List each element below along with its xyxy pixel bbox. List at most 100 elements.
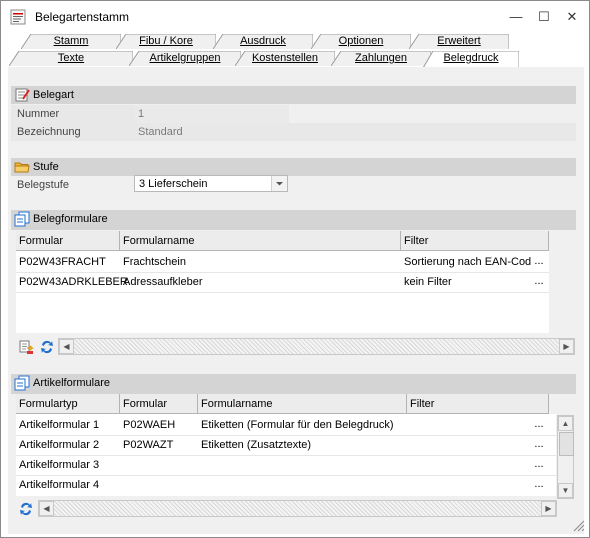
cell-formularname: Adressaufkleber [123,276,203,288]
tab-optionen[interactable]: Optionen [311,34,411,49]
scroll-down-icon[interactable]: ▼ [558,483,573,498]
cell-formular: P02WAEH [123,419,176,431]
cell-formulartyp: Artikelformular 3 [19,459,100,471]
tab-fibu-kore-label: Fibu / Kore [139,35,193,47]
bezeichnung-label: Bezeichnung [17,126,81,138]
artikelformulare-vscrollbar[interactable]: ▲ ▼ [557,415,574,499]
cell-formular: P02WAZT [123,439,174,451]
tab-row-bottom: Texte Artikelgruppen Kostenstellen Zahlu… [1,51,590,68]
cell-formular: P02W43FRACHT [19,256,106,268]
tab-kostenstellen-label: Kostenstellen [251,52,319,64]
chevron-down-icon[interactable] [271,176,287,191]
table-row[interactable]: P02W43FRACHT Frachtschein Sortierung nac… [16,252,549,273]
title-bar: Belegartenstamm — ☐ ✕ [1,1,589,33]
close-button[interactable]: ✕ [559,7,585,27]
belegformulare-heading: Belegformulare [33,213,108,225]
tab-fibu-kore[interactable]: Fibu / Kore [116,34,216,49]
tab-stamm[interactable]: Stamm [21,34,121,49]
artikelformulare-heading: Artikelformulare [33,377,111,389]
tab-belegdruck-label: Belegdruck [443,52,499,64]
cell-formular: P02W43ADRKLEBER [19,276,128,288]
tab-stamm-label: Stamm [53,35,89,47]
bezeichnung-label-cell: Bezeichnung [11,123,134,141]
filter-ellipsis-button[interactable]: ... [531,255,547,273]
nummer-label-cell: Nummer [11,105,134,123]
tab-row-top: Stamm Fibu / Kore Ausdruck Optionen Erwe… [1,34,590,50]
col-header-formular[interactable]: Formular [16,231,120,251]
cell-formularname: Etiketten (Formular für den Belegdruck) [201,419,394,431]
table-row[interactable]: Artikelformular 4 ... [16,475,556,495]
scroll-up-icon[interactable]: ▲ [558,416,573,431]
refresh-icon[interactable] [39,339,55,355]
col-header-formulartyp[interactable]: Formulartyp [16,394,120,414]
folder-icon [14,159,30,175]
cell-filter: Sortierung nach EAN-Code ... [404,256,531,268]
belegart-icon [14,87,30,103]
tab-artikelgruppen-label: Artikelgruppen [149,52,221,64]
tab-texte[interactable]: Texte [9,51,133,66]
table-row[interactable]: Artikelformular 3 ... [16,455,556,476]
nummer-field[interactable]: 1 [134,105,289,123]
artikelformulare-hscrollbar[interactable]: ◀ ▶ [38,500,557,517]
col-header-formularname[interactable]: Formularname [198,394,407,414]
scroll-left-icon[interactable]: ◀ [39,501,54,516]
belegstufe-value: 3 Lieferschein [139,178,208,190]
cell-filter: kein Filter [404,276,452,288]
tab-texte-label: Texte [57,52,85,64]
group-belegart-header: Belegart [11,86,576,104]
scroll-right-icon[interactable]: ▶ [559,339,574,354]
tab-kostenstellen[interactable]: Kostenstellen [235,51,335,66]
tab-ausdruck[interactable]: Ausdruck [213,34,313,49]
table-row[interactable]: Artikelformular 1 P02WAEH Etiketten (For… [16,415,556,436]
app-icon [10,9,26,25]
filter-ellipsis-button[interactable]: ... [531,458,547,476]
belegformulare-grid: P02W43FRACHT Frachtschein Sortierung nac… [16,251,549,333]
tab-belegdruck[interactable]: Belegdruck [423,51,519,68]
cell-formularname [198,475,407,495]
nummer-value: 1 [138,108,145,120]
cell-formular [120,455,198,475]
scroll-thumb[interactable] [559,432,574,456]
forms-icon [14,375,30,391]
window-title: Belegartenstamm [35,10,130,24]
refresh-icon[interactable] [18,501,34,517]
artikelformulare-grid: Artikelformular 1 P02WAEH Etiketten (For… [16,414,556,496]
cell-formulartyp: Artikelformular 1 [19,419,100,431]
col-header-filter[interactable]: Filter [407,394,549,414]
scroll-left-icon[interactable]: ◀ [59,339,74,354]
table-row[interactable]: P02W43ADRKLEBER Adressaufkleber kein Fil… [16,272,549,293]
resize-grip-icon[interactable] [569,516,585,532]
filter-ellipsis-button[interactable]: ... [531,478,547,496]
tab-erweitert-label: Erweitert [437,35,481,47]
cell-formulartyp: Artikelformular 4 [19,479,100,491]
tab-artikelgruppen[interactable]: Artikelgruppen [129,51,241,66]
group-stufe-header: Stufe [11,158,576,176]
filter-ellipsis-button[interactable]: ... [531,418,547,436]
artikelformulare-header-row: Formulartyp Formular Formularname Filter [16,394,549,414]
print-form-icon[interactable] [18,339,34,355]
filter-ellipsis-button[interactable]: ... [531,275,547,293]
col-header-formular[interactable]: Formular [120,394,198,414]
col-header-filter[interactable]: Filter [401,231,549,251]
scroll-right-icon[interactable]: ▶ [541,501,556,516]
cell-formulartyp: Artikelformular 2 [19,439,100,451]
filter-ellipsis-button[interactable]: ... [531,438,547,456]
belegformulare-header-row: Formular Formularname Filter [16,231,549,251]
cell-formularname: Frachtschein [123,256,186,268]
col-header-formularname[interactable]: Formularname [120,231,401,251]
belegformulare-hscrollbar[interactable]: ◀ ▶ [58,338,575,355]
minimize-button[interactable]: — [503,7,529,27]
main-window: Belegartenstamm — ☐ ✕ Stamm Fibu / Kore … [0,0,590,538]
nummer-label: Nummer [17,108,60,120]
belegstufe-label-cell: Belegstufe [11,176,134,194]
stufe-heading: Stufe [33,161,59,173]
belegstufe-select[interactable]: 3 Lieferschein [134,175,288,192]
tab-optionen-label: Optionen [338,35,384,47]
tab-erweitert[interactable]: Erweitert [409,34,509,49]
belegstufe-label: Belegstufe [17,179,69,191]
tab-zahlungen[interactable]: Zahlungen [331,51,431,66]
maximize-button[interactable]: ☐ [531,7,557,27]
table-row[interactable]: Artikelformular 2 P02WAZT Etiketten (Zus… [16,435,556,456]
group-artikelformulare-header: Artikelformulare [11,374,576,394]
bezeichnung-field[interactable]: Standard [134,123,576,141]
